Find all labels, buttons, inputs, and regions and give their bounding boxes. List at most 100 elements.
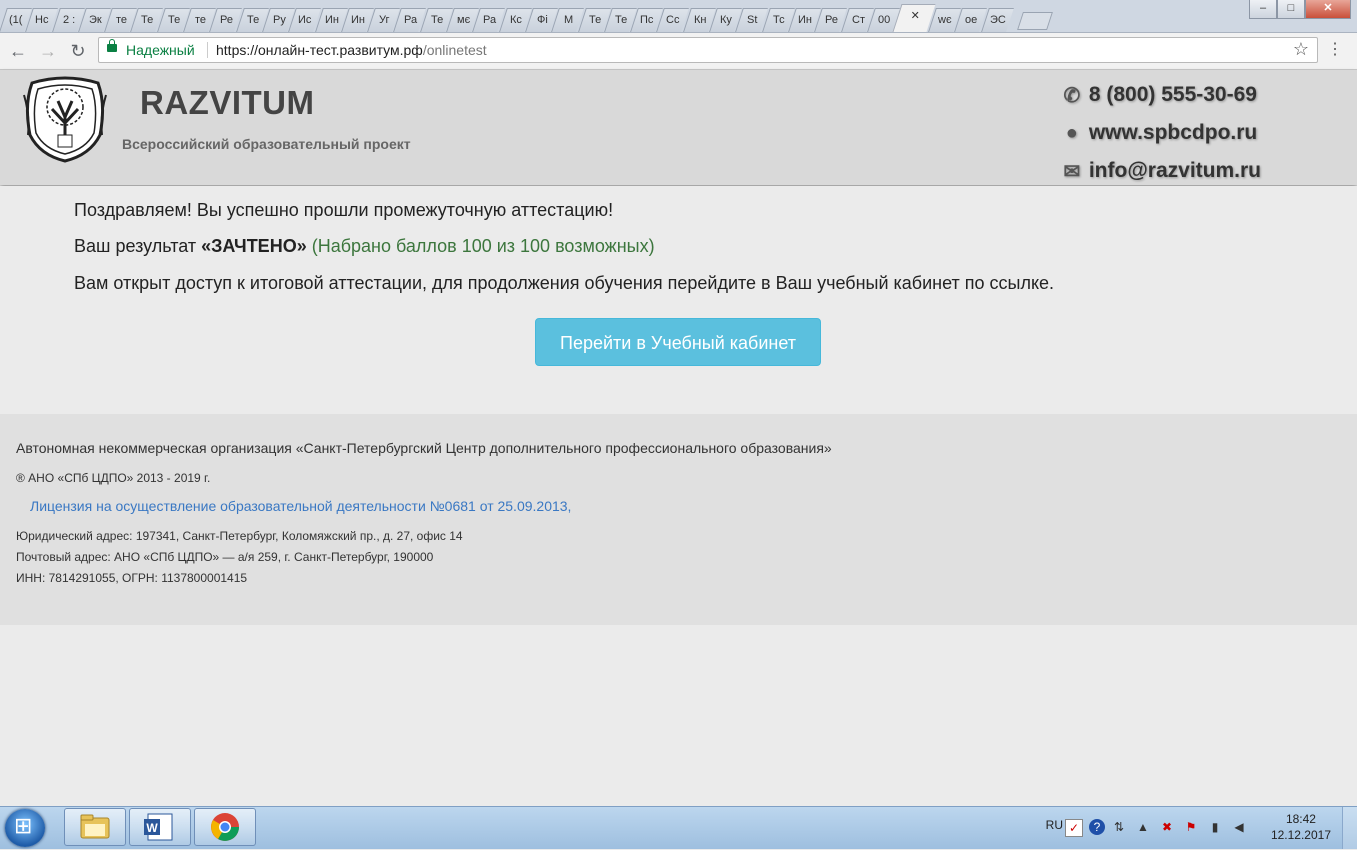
tab-label: ЭС [989,14,1006,26]
reload-button[interactable]: ↻ [66,39,90,63]
phone-icon: ✆ [1063,84,1081,107]
network-warning-icon[interactable]: ✖ [1159,819,1175,835]
tab-label: Ин [351,14,365,26]
help-tray-icon[interactable]: ? [1089,819,1105,835]
system-tray: RU ✓ ? ⇅ ▲ ✖ ⚑ ▮ ◀ 18:42 12.12.2017 [1037,807,1357,849]
tab-label: Те [430,14,444,26]
window-controls: ‒ □ ✕ [1249,0,1351,19]
tab-label: Ст [851,14,865,26]
secure-label: Надежный [126,42,195,58]
word-icon: W [144,813,173,841]
site-header: RAZVITUM Всероссийский образовательный п… [0,70,1357,185]
explorer-icon [80,814,110,839]
result-line: Ваш результат «ЗАЧТЕНО» (Набрано баллов … [74,236,655,257]
tab-label: Кс [509,14,522,26]
language-indicator[interactable]: RU [1046,818,1063,832]
phone-number: 8 (800) 555-30-69 [1088,83,1257,106]
browser-toolbar: ← → ↻ Надежный https://онлайн-тест.разви… [0,33,1357,70]
tab-label: ое [965,14,978,26]
tab-label: Нс [35,14,50,26]
tab-label: St [747,14,758,26]
footer-copyright: ® АНО «СПб ЦДПО» 2013 - 2019 г. [16,471,211,485]
show-desktop-button[interactable] [1342,807,1357,849]
result-prefix: Ваш результат [74,236,202,256]
address-bar[interactable]: Надежный https://онлайн-тест.развитум.рф… [98,37,1318,63]
footer-legal-address: Юридический адрес: 197341, Санкт-Петербу… [16,529,463,543]
footer-ids: ИНН: 7814291055, ОГРН: 1137800001415 [16,571,248,585]
tab-list: (1(Нс 2 : Эк те Те Те те Ре Те Ру Ис Ин Ин Уг Ра Те мє Ра… [0,4,1053,32]
tab-label: Те [246,14,259,26]
browser-tab-strip: (1(Нс 2 : Эк те Те Те те Ре Те Ру Ис Ин Ин Уг Ра Те мє Ра… [0,0,1357,33]
lock-icon [107,39,117,52]
volume-icon[interactable]: ◀ [1231,819,1247,835]
bookmark-star-icon[interactable]: ☆ [1293,39,1309,60]
tab-label: Уг [379,14,390,26]
omnibox-divider [207,42,208,58]
tab-close-icon[interactable]: ✕ [911,5,920,27]
contact-phone[interactable]: ✆ 8 (800) 555-30-69 [1061,76,1261,114]
tab-label: Те [588,14,601,26]
contact-website[interactable]: ● www.spbcdpo.ru [1061,114,1261,152]
tab-label: (1( [9,14,23,26]
clock-time: 18:42 [1285,812,1316,826]
tab-label: Ре [220,14,234,26]
license-link[interactable]: Лицензия на осуществление образовательно… [30,498,571,514]
tab-label: Эк [88,14,102,26]
tab-label: Те [614,14,628,26]
new-tab-button[interactable] [1017,12,1053,30]
tab-label: Пс [640,14,654,26]
brand-name: RAZVITUM [140,84,315,121]
envelope-icon: ✉ [1063,160,1081,183]
site-footer: Автономная некоммерческая организация «С… [0,414,1357,625]
tab-label: Фі [536,14,548,26]
globe-icon: ● [1065,121,1078,144]
back-button[interactable]: ← [6,39,30,63]
tab-label: Ин [324,14,339,26]
acrobat-tray-icon[interactable]: ✓ [1065,819,1083,837]
footer-org-name: Автономная некоммерческая организация «С… [16,440,832,456]
chrome-icon [211,813,239,841]
tab-label: 00 [877,14,891,26]
taskbar-explorer[interactable] [64,808,126,846]
show-hidden-icons-icon[interactable]: ▲ [1135,819,1151,835]
tab-label: те [115,14,127,26]
tab-label: те [194,14,206,26]
url-text[interactable]: https://онлайн-тест.развитум.рф/onlinete… [216,42,487,58]
start-button[interactable] [5,809,45,847]
result-score: (Набрано баллов 100 из 100 возможных) [311,236,655,256]
close-window-button[interactable]: ✕ [1305,0,1351,19]
website-link: www.spbcdpo.ru [1088,121,1258,144]
tab-label: мє [456,14,470,26]
tab-label: 2 : [62,14,75,26]
forward-button[interactable]: → [36,39,60,63]
tab-label: Кн [693,14,707,26]
tray-sync-icon[interactable]: ⇅ [1111,819,1127,835]
browser-menu-icon[interactable]: ⋮ [1327,39,1343,59]
tab-label: wє [938,14,953,26]
system-clock[interactable]: 18:42 12.12.2017 [1271,811,1331,843]
result-status: «ЗАЧТЕНО» [201,236,307,256]
tab-label: Ку [720,14,733,26]
header-contacts: ✆ 8 (800) 555-30-69 ● www.spbcdpo.ru ✉ i… [1061,76,1261,190]
tab-label: Тс [772,14,785,26]
tab-label: Ис [298,14,313,26]
svg-text:W: W [146,821,158,835]
minimize-button[interactable]: ‒ [1249,0,1277,19]
taskbar-chrome[interactable] [194,808,256,846]
tab-label: Ру [272,14,286,26]
contact-email[interactable]: ✉ info@razvitum.ru [1061,152,1261,190]
access-message: Вам открыт доступ к итоговой аттестации,… [74,273,1055,293]
razvitum-emblem-logo[interactable] [20,75,110,163]
tab-label: Ин [798,14,813,26]
email-link: info@razvitum.ru [1088,159,1261,182]
clock-date: 12.12.2017 [1270,828,1331,842]
tab-label: Ра [404,14,418,26]
signal-icon[interactable]: ▮ [1207,819,1223,835]
taskbar-word[interactable]: W [129,808,191,846]
go-to-cabinet-button[interactable]: Перейти в Учебный кабинет [535,318,821,366]
congrats-message: Поздравляем! Вы успешно прошли промежуто… [74,200,614,220]
security-warning-icon[interactable]: ⚑ [1183,819,1199,835]
tab-label: Те [167,14,181,26]
maximize-button[interactable]: □ [1277,0,1305,19]
tab-label: Сс [666,14,681,26]
